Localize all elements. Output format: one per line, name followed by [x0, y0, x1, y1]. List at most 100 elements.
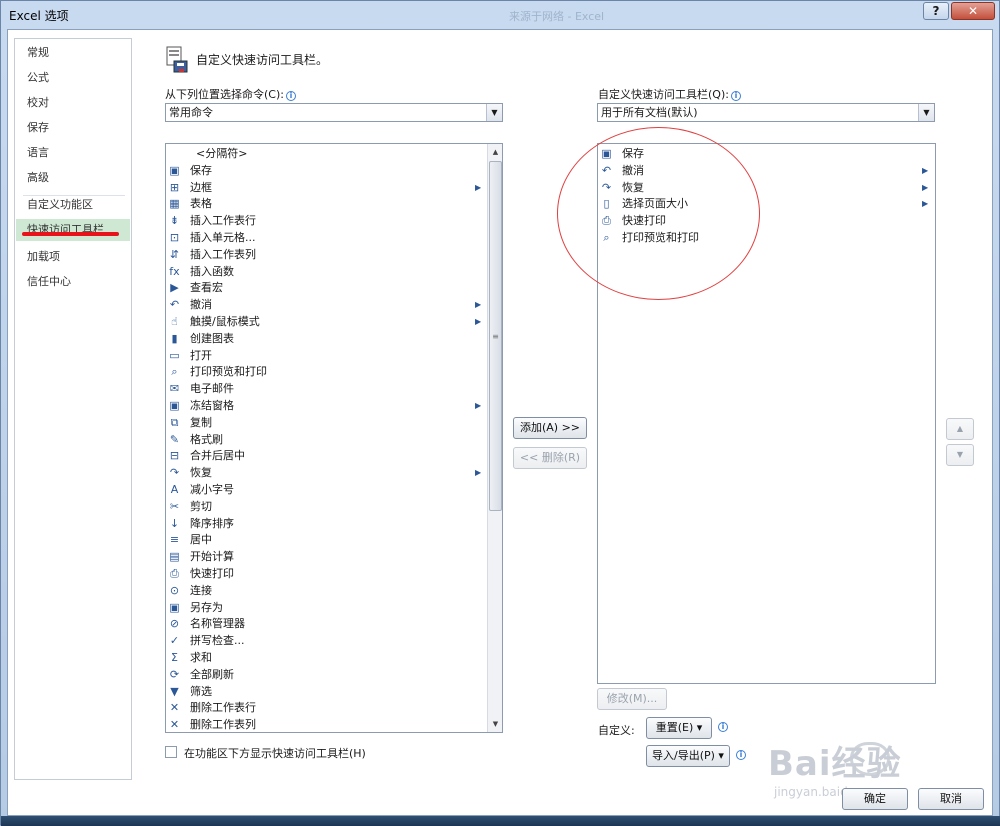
- list-item[interactable]: ▣ 冻结窗格 ▶: [166, 397, 486, 414]
- list-item[interactable]: ⇵ 插入工作表列: [166, 246, 486, 263]
- list-item[interactable]: ⌕ 打印预览和打印: [166, 363, 486, 380]
- list-item[interactable]: ↷ 恢复 ▶: [166, 464, 486, 481]
- reset-dropdown-button[interactable]: 重置(E) ▾: [646, 717, 712, 739]
- list-item[interactable]: ✉ 电子邮件: [166, 380, 486, 397]
- help-button[interactable]: ?: [923, 2, 949, 20]
- choose-commands-label: 从下列位置选择命令(C): i: [165, 86, 296, 102]
- list-item[interactable]: ✕ 删除工作表行: [166, 699, 486, 716]
- list-item[interactable]: ⊞ 边框 ▶: [166, 179, 486, 196]
- submenu-arrow-icon: ▶: [922, 182, 929, 192]
- list-item[interactable]: ▣ 保存: [166, 162, 486, 179]
- chevron-down-icon[interactable]: ▼: [918, 104, 934, 121]
- list-item[interactable]: ▶ 查看宏: [166, 279, 486, 296]
- sidebar-item-trust-center[interactable]: 信任中心: [16, 271, 130, 293]
- show-below-ribbon-checkbox[interactable]: [165, 746, 177, 758]
- list-item[interactable]: A 减小字号: [166, 481, 486, 498]
- sidebar-item-general[interactable]: 常规: [16, 42, 130, 64]
- list-item[interactable]: ⎙ 快速打印: [166, 565, 486, 582]
- list-item-label: 插入工作表列: [190, 247, 256, 261]
- list-item[interactable]: ⇟ 插入工作表行: [166, 212, 486, 229]
- list-item-label: 剪切: [190, 499, 212, 513]
- scrollbar-thumb[interactable]: ≡: [489, 161, 502, 511]
- submenu-arrow-icon: ▶: [475, 317, 482, 326]
- available-commands-list[interactable]: ▲ ≡ ▼ <分隔符> ▣ 保存 ⊞ 边框 ▶ ▦ 表格 ⇟ 插入工作表行 ⊡ 插入单元格... ⇵ 插入…: [165, 143, 503, 733]
- submenu-arrow-icon: ▶: [922, 199, 929, 209]
- list-item[interactable]: <分隔符>: [166, 145, 486, 162]
- add-button[interactable]: 添加(A) >>: [513, 417, 587, 439]
- list-item[interactable]: fx 插入函数: [166, 263, 486, 280]
- list-item[interactable]: ⟳ 全部刷新: [166, 666, 486, 683]
- list-item[interactable]: ≡ 居中: [166, 531, 486, 548]
- filter-icon: ▼: [170, 684, 179, 698]
- move-down-button[interactable]: ▼: [946, 444, 974, 466]
- decrease-font-icon: A: [170, 483, 179, 496]
- list-item[interactable]: ✂ 剪切: [166, 498, 486, 515]
- left-list-scrollbar[interactable]: ▲ ≡ ▼: [487, 144, 502, 732]
- sidebar-item-customize-ribbon[interactable]: 自定义功能区: [16, 194, 130, 216]
- sort-desc-icon: ↓: [169, 516, 180, 530]
- list-item[interactable]: ✎ 格式刷: [166, 431, 486, 448]
- background-window-title: 来源于网络 - Excel: [509, 10, 605, 23]
- list-item[interactable]: ▤ 开始计算: [166, 548, 486, 565]
- list-item-label: 全部刷新: [190, 667, 234, 681]
- list-item[interactable]: ⊘ 名称管理器: [166, 615, 486, 632]
- list-item[interactable]: ✓ 拼写检查...: [166, 632, 486, 649]
- list-item[interactable]: ☝ 触摸/鼠标模式 ▶: [166, 313, 486, 330]
- list-item[interactable]: ↓ 降序排序: [166, 515, 486, 532]
- list-item-label: 开始计算: [190, 550, 234, 564]
- list-item[interactable]: ↶ 撤消 ▶: [166, 296, 486, 313]
- page-title: 自定义快速访问工具栏。: [196, 53, 329, 67]
- list-item[interactable]: ⊡ 插入单元格...: [166, 229, 486, 246]
- sidebar-item-quick-access-toolbar[interactable]: 快速访问工具栏: [16, 219, 130, 241]
- sidebar-item-save[interactable]: 保存: [16, 117, 130, 139]
- name-manager-icon: ⊘: [169, 617, 180, 631]
- list-item-label: 冻结窗格: [190, 399, 234, 412]
- submenu-arrow-icon: ▶: [475, 300, 482, 310]
- move-up-button[interactable]: ▲: [946, 418, 974, 440]
- list-item[interactable]: ▭ 打开: [166, 347, 486, 364]
- cut-icon: ✂: [169, 499, 180, 513]
- info-icon: i: [718, 722, 728, 732]
- choose-commands-dropdown[interactable]: 常用命令 ▼: [165, 103, 503, 122]
- calculate-icon: ▤: [169, 550, 180, 564]
- list-item[interactable]: ⧉ 复制: [166, 414, 486, 431]
- modify-button[interactable]: 修改(M)...: [597, 688, 667, 710]
- list-item[interactable]: ▮ 创建图表: [166, 330, 486, 347]
- list-item[interactable]: ⊙ 连接: [166, 582, 486, 599]
- align-center-icon: ≡: [169, 533, 180, 547]
- list-item[interactable]: ⊟ 合并后居中: [166, 447, 486, 464]
- scroll-down-icon[interactable]: ▼: [488, 716, 502, 732]
- open-folder-icon: ▭: [169, 348, 180, 362]
- list-item-label: 插入函数: [190, 264, 234, 278]
- chart-icon: ▮: [171, 331, 178, 345]
- annotation-red-underline: [22, 232, 119, 236]
- sidebar-item-proofing[interactable]: 校对: [16, 92, 130, 114]
- insert-cells-icon: ⊡: [169, 231, 180, 244]
- chevron-down-icon[interactable]: ▼: [486, 104, 502, 121]
- ok-button[interactable]: 确定: [842, 788, 908, 810]
- import-export-dropdown-button[interactable]: 导入/导出(P) ▾: [646, 745, 730, 767]
- list-item-label: 边框: [190, 180, 212, 194]
- list-item-label: 减小字号: [190, 483, 234, 496]
- remove-button[interactable]: << 删除(R): [513, 447, 587, 469]
- sidebar-item-language[interactable]: 语言: [16, 142, 130, 164]
- sidebar-item-addins[interactable]: 加载项: [16, 246, 130, 268]
- excel-options-dialog: Excel 选项 来源于网络 - Excel ? ✕ 常规 公式 校对 保存 语…: [0, 0, 1000, 826]
- list-item-label: <分隔符>: [196, 147, 248, 160]
- list-item-label: 求和: [190, 651, 212, 664]
- sidebar-item-advanced[interactable]: 高级: [16, 167, 130, 189]
- customize-toolbar-scope-dropdown[interactable]: 用于所有文档(默认) ▼: [597, 103, 935, 122]
- scroll-up-icon[interactable]: ▲: [488, 144, 502, 160]
- list-item[interactable]: ▼ 筛选: [166, 683, 486, 700]
- touch-mode-icon: ☝: [171, 315, 178, 328]
- sidebar-item-formulas[interactable]: 公式: [16, 67, 130, 89]
- close-button[interactable]: ✕: [951, 2, 995, 20]
- customize-toolbar-label-text: 自定义快速访问工具栏(Q):: [598, 88, 729, 101]
- list-item[interactable]: ▦ 表格: [166, 195, 486, 212]
- list-item[interactable]: ▣ 另存为: [166, 599, 486, 616]
- redo-icon: ↷: [169, 466, 180, 480]
- list-item-label: 筛选: [190, 684, 212, 698]
- list-item[interactable]: Σ 求和: [166, 649, 486, 666]
- list-item[interactable]: ✕ 删除工作表列: [166, 716, 486, 732]
- cancel-button[interactable]: 取消: [918, 788, 984, 810]
